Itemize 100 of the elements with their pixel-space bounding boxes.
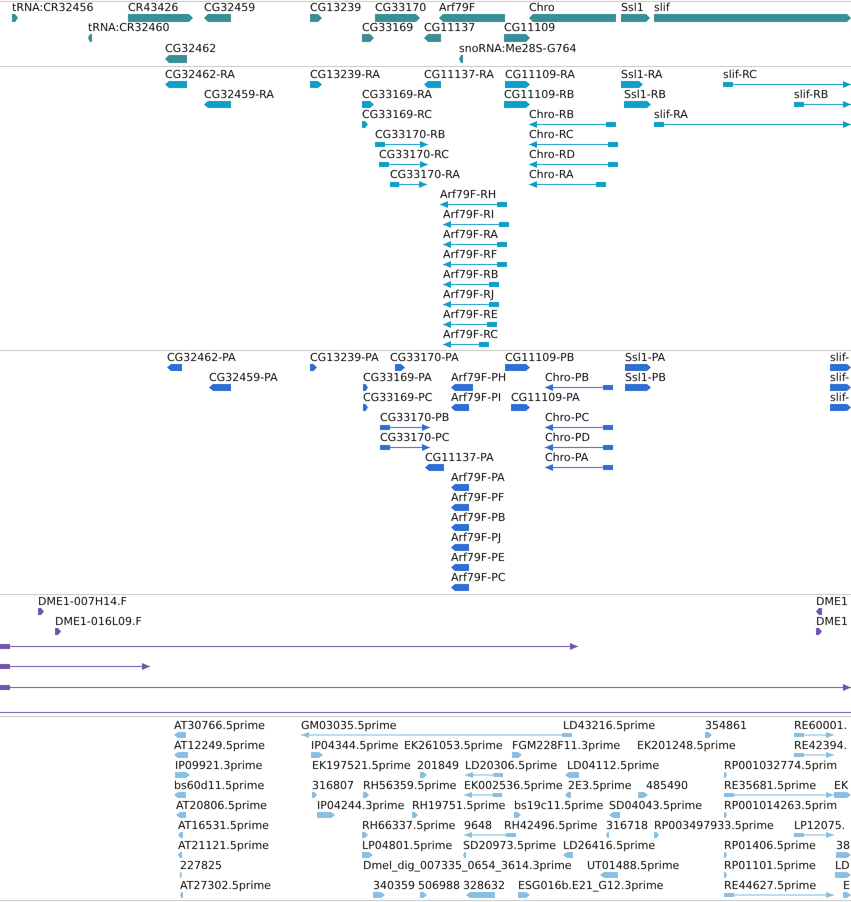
feature-label: CG13239-RA — [310, 68, 380, 81]
feature-label: DME1 — [816, 615, 848, 628]
feature-label: RH42496.5prime — [504, 819, 598, 832]
feature-label: bs60d11.5prime — [174, 779, 264, 792]
feature-label: CG33170-PA — [390, 351, 459, 364]
feature-label: slif-RC — [723, 68, 757, 81]
feature-label: Arf79F-RC — [443, 328, 498, 341]
feature-label: CG32462-PA — [167, 351, 236, 364]
feature-label: LD26416.5prime — [563, 839, 656, 852]
feature-label: Arf79F-PA — [451, 471, 505, 484]
feature-label: Arf79F-PE — [451, 551, 505, 564]
feature-label: DME1 — [816, 595, 848, 608]
feature-label: Ssl1-PA — [625, 351, 666, 364]
feature-label: Ssl1-PB — [625, 371, 666, 384]
feature-label: Arf79F-RI — [443, 208, 494, 221]
feature-label: Chro-PC — [545, 411, 590, 424]
feature-label: CG11109-PA — [511, 391, 580, 404]
feature-label: CG11137 — [424, 21, 476, 34]
feature-label: RH19751.5prime — [412, 799, 506, 812]
feature-label: E — [843, 879, 850, 892]
feature-label: CG11109-RA — [505, 68, 575, 81]
feature-label: RE42394. — [794, 739, 848, 752]
feature-label: slif — [654, 1, 670, 14]
feature-label: CG13239 — [310, 1, 362, 14]
feature-label: RH56359.5prime — [363, 779, 456, 792]
feature-label: CG33169-PA — [363, 371, 432, 384]
feature-label: CG11109-RB — [504, 88, 574, 101]
feature-label: Arf79F-RJ — [443, 288, 494, 301]
feature-label: Arf79F-RH — [440, 188, 496, 201]
feature-label: Dmel_dig_007335_0654_3614.3prime — [363, 859, 572, 872]
feature-label: AT16531.5prime — [178, 819, 269, 832]
feature-label: RE35681.5prime — [724, 779, 816, 792]
feature-label: CG32462-RA — [165, 68, 235, 81]
feature-label: Ssl1 — [621, 1, 644, 14]
feature-label: CG33170-RB — [375, 128, 446, 141]
feature-label: CG33169 — [362, 21, 414, 34]
feature-label: CG32462 — [165, 42, 216, 55]
feature-label: 2E3.5prime — [568, 779, 632, 792]
feature-label: IP09921.3prime — [175, 759, 262, 772]
feature-label: LD — [835, 859, 850, 872]
feature-label: Arf79F-PB — [451, 511, 506, 524]
feature-label: LP04801.5prime — [362, 839, 452, 852]
feature-label: 506988 — [418, 879, 460, 892]
feature-label: ESG016b.E21_G12.3prime — [518, 879, 664, 892]
feature-label: GM03035.5prime — [301, 719, 397, 732]
feature-label: snoRNA:Me28S-G764 — [459, 42, 576, 55]
feature-label: DME1-007H14.F — [38, 595, 127, 608]
feature-label: Chro-PD — [545, 431, 590, 444]
feature-label: UT01488.5prime — [587, 859, 680, 872]
feature-label: CG33170-RA — [390, 168, 460, 181]
feature-label: slif- — [830, 371, 850, 384]
feature-label: Arf79F-PI — [451, 391, 502, 404]
feature-label: 227825 — [180, 859, 222, 872]
feature-label: 316807 — [312, 779, 354, 792]
feature-label: LD20306.5prime — [465, 759, 558, 772]
feature-label: EK201248.5prime — [637, 739, 736, 752]
feature-label: tRNA:CR32460 — [88, 21, 170, 34]
feature-label: RH66337.5prime — [362, 819, 456, 832]
feature-label: LD43216.5prime — [563, 719, 656, 732]
feature-label: Chro-RA — [529, 168, 574, 181]
feature-label: Arf79F-RE — [443, 308, 498, 321]
feature-label: 328632 — [463, 879, 505, 892]
feature-label: Chro-PB — [545, 371, 590, 384]
feature-label: slif- — [830, 351, 850, 364]
feature-label: CG11109 — [504, 21, 556, 34]
feature-label: Arf79F-RB — [443, 268, 498, 281]
feature-label: 485490 — [646, 779, 688, 792]
feature-label: 340359 — [373, 879, 415, 892]
feature-label: AT20806.5prime — [176, 799, 267, 812]
feature-label: IP04244.3prime — [317, 799, 404, 812]
feature-label: IP04344.5prime — [311, 739, 398, 752]
feature-label: 201849 — [417, 759, 459, 772]
feature-label: CG13239-PA — [310, 351, 379, 364]
feature-label: EK197521.5prime — [312, 759, 411, 772]
feature-label: Chro — [529, 1, 555, 14]
feature-label: Arf79F-RF — [443, 248, 498, 261]
feature-label: CG32459-RA — [204, 88, 274, 101]
feature-label: CG33170-PB — [380, 411, 450, 424]
feature-label: CG32459-PA — [209, 371, 278, 384]
feature-label: CG32459 — [204, 1, 256, 14]
feature-label: slif-RA — [654, 108, 688, 121]
feature-label: EK002536.5prime — [464, 779, 563, 792]
feature-label: RP01101.5prime — [724, 859, 816, 872]
feature-label: CG11137-RA — [424, 68, 494, 81]
feature-label: slif-RB — [794, 88, 828, 101]
feature-label: Arf79F-PC — [451, 571, 506, 584]
feature-label: 38 — [836, 839, 850, 852]
feature-label: AT21121.5prime — [178, 839, 269, 852]
feature-label: CG33169-RA — [362, 88, 432, 101]
feature-label: Chro-RD — [529, 148, 575, 161]
feature-label: RE44627.5prime — [724, 879, 816, 892]
feature-label: CG33170-PC — [380, 431, 450, 444]
feature-label: RP003497933.5prime — [654, 819, 774, 832]
feature-label: AT30766.5prime — [174, 719, 265, 732]
feature-label: 354861 — [705, 719, 747, 732]
feature-label: Chro-RC — [529, 128, 574, 141]
feature-label: Arf79F-PJ — [451, 531, 502, 544]
feature-label: CG33169-PC — [363, 391, 432, 404]
feature-label: SD20973.5prime — [463, 839, 556, 852]
feature-label: CG33170-RC — [379, 148, 449, 161]
